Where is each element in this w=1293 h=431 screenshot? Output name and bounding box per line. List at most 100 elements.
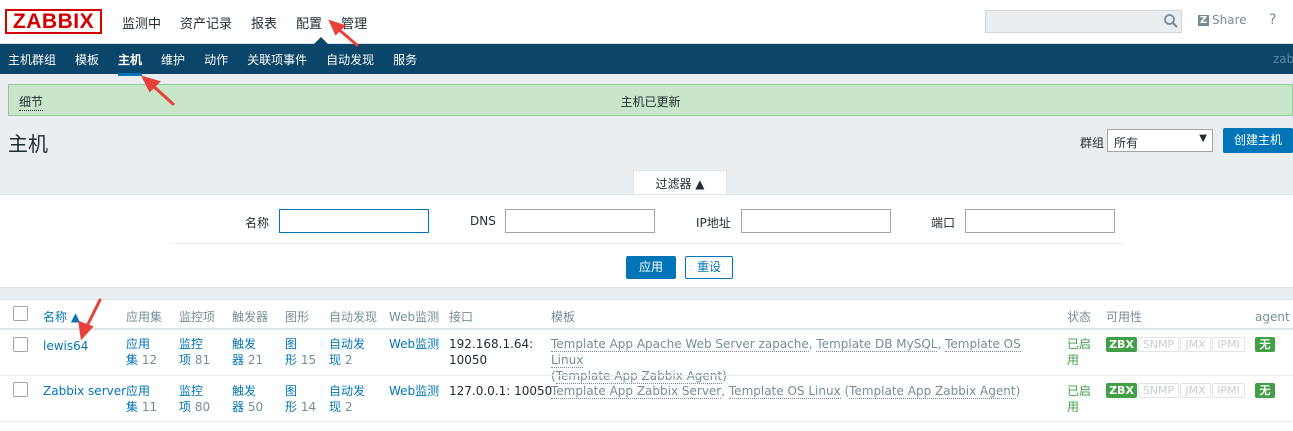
snmp-availability-badge: SNMP: [1138, 337, 1179, 352]
filter-ip-label: IP地址: [696, 216, 731, 230]
menu-configuration[interactable]: 配置: [296, 13, 322, 32]
status-toggle[interactable]: 已启 用: [1067, 336, 1091, 368]
filter-dns-input[interactable]: [505, 209, 655, 233]
submenu-maintenance[interactable]: 维护: [161, 51, 185, 68]
ipmi-availability-badge: IPMI: [1212, 337, 1245, 352]
templates-cell: Template App Zabbix Server, Template OS …: [551, 384, 1021, 399]
discovery-cell: 自动发 现 2: [329, 384, 366, 414]
templates-cell: Template App Apache Web Server zapache, …: [551, 337, 1021, 384]
sub-menu: 主机群组 模板 主机 维护 动作 关联项事件 自动发现 服务: [8, 51, 436, 76]
submenu-services[interactable]: 服务: [393, 51, 417, 68]
filter-name-label: 名称: [245, 216, 270, 230]
graphs-cell: 图 形 14: [285, 384, 317, 414]
template-link[interactable]: Template App Zabbix Server: [551, 384, 722, 399]
discovery-link[interactable]: 自动发: [329, 384, 365, 398]
row-divider: [0, 421, 1293, 422]
snmp-availability-badge: SNMP: [1138, 383, 1179, 398]
menu-administration[interactable]: 管理: [341, 13, 367, 32]
col-apps-header: 应用集: [126, 310, 163, 324]
group-label: 群组: [1080, 136, 1105, 150]
server-name: zab: [1273, 52, 1293, 66]
graphs-cell: 图 形 15: [285, 337, 317, 367]
sub-menu-bar: 主机群组 模板 主机 维护 动作 关联项事件 自动发现 服务 zab: [0, 44, 1293, 76]
filter-reset-button[interactable]: 重设: [685, 256, 733, 279]
status-toggle[interactable]: 已启 用: [1067, 383, 1091, 415]
submenu-correlation[interactable]: 关联项事件: [247, 51, 307, 68]
col-discovery-header: 自动发现: [329, 310, 378, 324]
submenu-hosts[interactable]: 主机: [118, 51, 143, 76]
menu-reports[interactable]: 报表: [251, 13, 277, 32]
applications-link[interactable]: 应用: [126, 337, 150, 351]
col-availability-header: 可用性: [1106, 310, 1143, 324]
items-link[interactable]: 监控: [179, 384, 203, 398]
filter-divider: [170, 243, 1125, 244]
filter-name-input[interactable]: [279, 209, 429, 233]
graphs-link[interactable]: 图: [285, 337, 297, 351]
help-icon[interactable]: ?: [1269, 12, 1276, 28]
applications-cell: 应用 集 11: [126, 384, 158, 414]
col-templates-header: 模板: [551, 310, 576, 324]
filter-dns-label: DNS: [470, 214, 496, 228]
applications-link[interactable]: 应用: [126, 384, 150, 398]
jmx-availability-badge: JMX: [1180, 337, 1211, 352]
template-link[interactable]: Template App Zabbix Agent: [849, 384, 1016, 399]
main-menu: 监测中 资产记录 报表 配置 管理: [122, 13, 386, 32]
success-message: 细节 主机已更新: [8, 84, 1293, 116]
col-agent-encryption-header: agent 加: [1255, 310, 1293, 324]
items-link[interactable]: 监控: [179, 337, 203, 351]
template-link[interactable]: Template DB MySQL: [816, 337, 938, 352]
page-title: 主机: [8, 132, 48, 156]
template-link[interactable]: Template App Apache Web Server zapache: [551, 337, 809, 352]
discovery-cell: 自动发 现 2: [329, 337, 366, 367]
col-name-header[interactable]: 名称 ▲: [43, 308, 80, 325]
host-name-link[interactable]: Zabbix server: [43, 383, 126, 399]
col-items-header: 监控项: [179, 310, 216, 324]
row-divider: [0, 375, 1293, 376]
web-link[interactable]: Web监测: [389, 336, 439, 352]
submenu-templates[interactable]: 模板: [75, 51, 99, 68]
zabbix-logo[interactable]: ZABBIX: [5, 9, 102, 34]
group-select[interactable]: 所有 ▼: [1107, 129, 1213, 152]
filter-apply-button[interactable]: 应用: [626, 256, 676, 279]
host-name-link[interactable]: lewis64: [43, 338, 88, 354]
menu-inventory[interactable]: 资产记录: [180, 13, 232, 32]
items-cell: 监控 项 80: [179, 384, 211, 414]
interface-cell: 127.0.0.1: 10050: [449, 384, 553, 398]
col-interface-header: 接口: [449, 310, 474, 324]
template-link[interactable]: Template OS Linux: [728, 384, 841, 399]
filter-port-label: 端口: [931, 216, 956, 230]
filter-port-input[interactable]: [965, 209, 1115, 233]
ipmi-availability-badge: IPMI: [1212, 383, 1245, 398]
graphs-link[interactable]: 图: [285, 384, 297, 398]
jmx-availability-badge: JMX: [1180, 383, 1211, 398]
template-link[interactable]: Template App Zabbix Agent: [555, 369, 723, 384]
triggers-link[interactable]: 触发: [232, 384, 256, 398]
share-link[interactable]: Z Share: [1198, 13, 1247, 27]
encryption-badge: 无: [1255, 383, 1275, 398]
select-all-checkbox[interactable]: [13, 306, 28, 321]
row-checkbox[interactable]: [13, 382, 28, 397]
submenu-actions[interactable]: 动作: [204, 51, 228, 68]
triggers-link[interactable]: 触发: [232, 337, 256, 351]
search-icon[interactable]: [1163, 13, 1179, 29]
zbx-availability-badge: ZBX: [1106, 337, 1137, 352]
zbx-availability-badge: ZBX: [1106, 383, 1137, 398]
create-host-button[interactable]: 创建主机: [1223, 128, 1293, 153]
global-search-input[interactable]: [985, 10, 1182, 33]
col-web-header: Web监测: [389, 310, 440, 324]
menu-monitoring[interactable]: 监测中: [122, 13, 161, 32]
row-checkbox[interactable]: [13, 337, 28, 352]
encryption-badge: 无: [1255, 337, 1275, 352]
filter-ip-input[interactable]: [741, 209, 891, 233]
filter-tab[interactable]: 过滤器 ▲: [633, 170, 727, 195]
triggers-cell: 触发 器 21: [232, 337, 264, 367]
col-status-header: 状态: [1067, 310, 1092, 324]
hosts-table: 名称 ▲ 应用集 监控项 触发器 图形 自动发现 Web监测 接口 模板 状态 …: [0, 299, 1293, 431]
submenu-discovery[interactable]: 自动发现: [326, 51, 374, 68]
submenu-host-groups[interactable]: 主机群组: [8, 51, 56, 68]
applications-cell: 应用 集 12: [126, 337, 158, 367]
discovery-link[interactable]: 自动发: [329, 337, 365, 351]
web-link[interactable]: Web监测: [389, 383, 439, 399]
filter-panel: 名称 DNS IP地址 端口 应用 重设: [0, 194, 1293, 288]
active-menu-marker: [314, 37, 328, 44]
